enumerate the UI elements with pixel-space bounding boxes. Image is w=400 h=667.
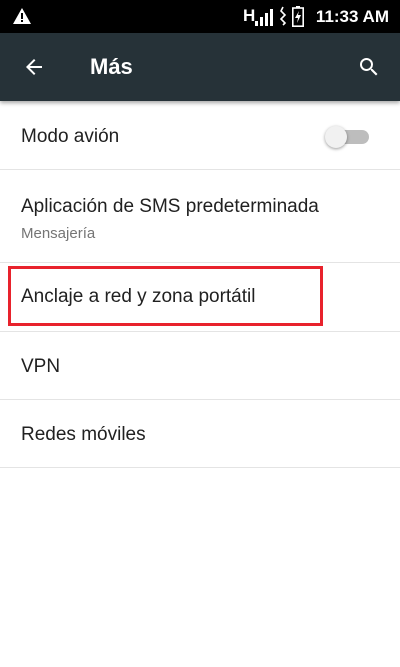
default-sms-app-summary: Mensajería [21, 225, 96, 242]
search-icon [360, 58, 378, 76]
vpn-row[interactable]: VPN [0, 332, 400, 400]
warning-icon [13, 8, 31, 24]
page-title: Más [90, 54, 133, 79]
airplane-mode-toggle[interactable] [325, 126, 371, 150]
status-bar: H 11:33 AM [0, 0, 400, 33]
airplane-mode-label: Modo avión [21, 126, 120, 147]
app-toolbar: Más [0, 33, 400, 101]
signal-icon [255, 9, 273, 26]
mobile-networks-row[interactable]: Redes móviles [0, 400, 400, 468]
tethering-hotspot-label: Anclaje a red y zona portátil [21, 286, 256, 307]
tethering-hotspot-row[interactable]: Anclaje a red y zona portátil [0, 263, 400, 332]
clock: 11:33 AM [315, 7, 389, 26]
default-sms-app-row[interactable]: Aplicación de SMS predeterminada Mensaje… [0, 170, 400, 263]
search-button[interactable] [353, 51, 385, 83]
settings-list: Modo avión Aplicación de SMS predetermin… [0, 102, 400, 468]
airplane-mode-row[interactable]: Modo avión [0, 102, 400, 170]
vibrate-icon [279, 6, 287, 26]
network-type-label: H [243, 6, 256, 25]
mobile-networks-label: Redes móviles [21, 424, 146, 445]
default-sms-app-label: Aplicación de SMS predeterminada [21, 196, 319, 217]
battery-charging-icon [292, 6, 304, 27]
toggle-thumb [325, 126, 347, 148]
back-button[interactable] [18, 51, 50, 83]
vpn-label: VPN [21, 356, 61, 377]
arrow-back-icon [26, 59, 42, 75]
